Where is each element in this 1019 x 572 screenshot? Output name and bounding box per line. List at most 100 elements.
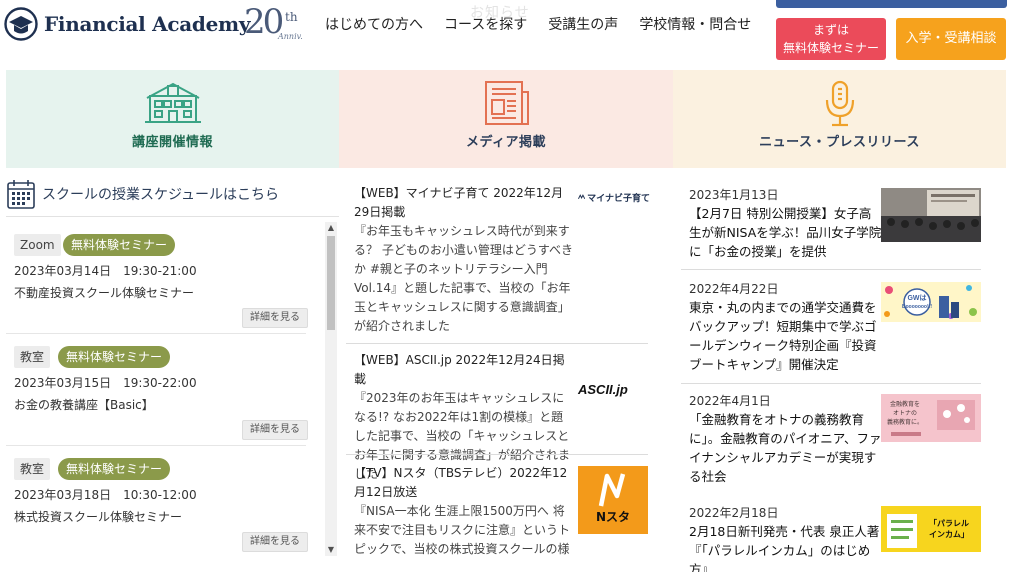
event-date: 2023年03月18日 10:30-12:00 [14, 488, 197, 502]
event-date: 2023年03月15日 19:30-22:00 [14, 376, 197, 390]
enrollment-consult-button[interactable]: 入学・受講相談 [896, 18, 1006, 60]
tile-news-label: ニュース・プレスリリース [759, 135, 920, 150]
svg-text:義務教育に。: 義務教育に。 [887, 418, 923, 426]
scroll-down-arrow-icon[interactable]: ▼ [325, 544, 337, 556]
nsta-logo: Nスタ [578, 466, 648, 534]
divider [346, 454, 648, 455]
graduation-cap-logo-icon [4, 7, 38, 41]
svg-text:「パラレル: 「パラレル [929, 518, 969, 528]
newspaper-icon [485, 81, 529, 125]
event-badge: 無料体験セミナー [58, 458, 171, 480]
scroll-up-arrow-icon[interactable]: ▲ [325, 222, 337, 234]
tile-course-info[interactable]: 講座開催情報 [6, 70, 339, 168]
tile-course-info-label: 講座開催情報 [131, 135, 213, 150]
tile-media[interactable]: メディア掲載 [339, 70, 673, 168]
nav-item-student-voices[interactable]: 受講生の声 [548, 14, 618, 34]
calendar-icon [7, 180, 35, 209]
media-body: 『NISA一本化 生涯上限1500万円へ 将来不安で注目もリスクに注意』というト… [354, 504, 571, 556]
nav-item-find-course[interactable]: コースを探す [444, 14, 527, 34]
news-date: 2022年2月18日 [689, 506, 779, 520]
nsta-lightning-icon [598, 473, 626, 507]
news-date: 2022年4月22日 [689, 282, 779, 296]
media-title: 【WEB】マイナビ子育て 2022年12月29日掲載 [354, 186, 564, 219]
news-thumbnail-classroom [881, 188, 981, 242]
news-item[interactable]: 2023年1月13日 【2月7日 特別公開授業】女子高生が新NISAを学ぶ！品川… [681, 186, 981, 270]
free-seminar-line1: まずは [812, 23, 849, 37]
news-text: 「金融教育をオトナの義務教育に」。金融教育のパイオニア、ファイナンシャルアカデミ… [689, 412, 882, 484]
media-column: 【WEB】マイナビ子育て 2022年12月29日掲載 『お年玉もキャッシュレス時… [346, 174, 656, 572]
event-list: Zoom 無料体験セミナー 2023年03月14日 19:30-21:00 不動… [6, 222, 322, 568]
svg-text:GWは: GWは [907, 294, 926, 302]
mynavi-logo-text: マイナビ子育て [587, 193, 650, 204]
event-type-tag: 教室 [14, 346, 51, 368]
schedule-scrollbar[interactable]: ▲ ▼ [325, 222, 337, 556]
media-title: 【WEB】ASCII.jp 2022年12月24日掲載 [354, 353, 565, 386]
media-item[interactable]: 【TV】Nスタ（TBSテレビ）2022年12月12日放送 『NISA一本化 生涯… [346, 464, 648, 572]
anniversary-mark: 20 th Anniv. [244, 2, 314, 44]
svg-text:Booooooo!!!: Booooooo!!! [902, 304, 932, 310]
event-detail-button[interactable]: 詳細を見る [242, 308, 308, 328]
divider [346, 343, 648, 344]
event-item: 教室 無料体験セミナー 2023年03月18日 10:30-12:00 株式投資… [6, 446, 322, 558]
news-item[interactable]: 2022年4月22日 東京・丸の内までの通学交通費をバックアップ！短期集中で学ぶ… [681, 280, 981, 384]
mynavi-mark-icon [578, 194, 586, 200]
ascii-logo-text: ASCII.jp [578, 382, 628, 397]
site-logo[interactable]: Financial Academy [4, 4, 250, 44]
event-type-tag: 教室 [14, 458, 51, 480]
event-badge: 無料体験セミナー [63, 234, 176, 256]
main-nav: はじめての方へ コースを探す 受講生の声 学校情報・問合せ [325, 14, 772, 34]
news-date: 2022年4月1日 [689, 394, 771, 408]
event-title[interactable]: 株式投資スクール体験セミナー [14, 508, 182, 525]
schedule-link[interactable]: スクールの授業スケジュールはこちら [6, 176, 279, 212]
logo-text: Financial Academy [44, 12, 251, 36]
nsta-logo-text: Nスタ [595, 510, 631, 524]
news-thumbnail-book: 「パラレル インカム」 [881, 506, 981, 552]
news-thumbnail-bootcamp: GWは Booooooo!!! [881, 282, 981, 322]
divider [681, 383, 981, 384]
svg-text:金融教育を: 金融教育を [890, 400, 920, 408]
svg-text:インカム」: インカム」 [929, 530, 969, 539]
ascii-logo: ASCII.jp [578, 379, 638, 397]
media-item[interactable]: 【WEB】ASCII.jp 2022年12月24日掲載 『2023年のお年玉はキ… [346, 351, 648, 481]
event-title[interactable]: お金の教養講座【Basic】 [14, 396, 154, 413]
event-detail-button[interactable]: 詳細を見る [242, 420, 308, 440]
divider [6, 216, 339, 217]
nav-item-school-info[interactable]: 学校情報・問合せ [639, 14, 751, 34]
school-building-icon [144, 82, 201, 123]
event-type-tag: Zoom [14, 234, 61, 256]
media-text: 【WEB】マイナビ子育て 2022年12月29日掲載 『お年玉もキャッシュレス時… [354, 184, 574, 336]
media-title: 【TV】Nスタ（TBSテレビ）2022年12月12日放送 [354, 466, 568, 499]
svg-text:オトナの: オトナの [893, 410, 917, 417]
news-item[interactable]: 2022年4月1日 「金融教育をオトナの義務教育に」。金融教育のパイオニア、ファ… [681, 392, 981, 496]
event-date: 2023年03月14日 19:30-21:00 [14, 264, 197, 278]
anniversary-number: 20 [244, 2, 284, 42]
divider [681, 269, 981, 270]
anniversary-sub: Anniv. [278, 32, 303, 41]
mynavi-logo: マイナビ子育て [578, 188, 650, 206]
event-badge: 無料体験セミナー [58, 346, 171, 368]
microphone-icon [825, 80, 854, 127]
event-item: 教室 無料体験セミナー 2023年03月15日 19:30-22:00 お金の教… [6, 334, 322, 446]
event-detail-button[interactable]: 詳細を見る [242, 532, 308, 552]
news-column: 2023年1月13日 【2月7日 特別公開授業】女子高生が新NISAを学ぶ！品川… [681, 174, 989, 572]
news-date: 2023年1月13日 [689, 188, 779, 202]
schedule-link-text: スクールの授業スケジュールはこちら [42, 187, 280, 203]
free-seminar-line2: 無料体験セミナー [782, 41, 879, 55]
free-seminar-button[interactable]: まずは 無料体験セミナー [776, 18, 886, 60]
news-text: 2月18日新刊発売・代表 泉正人著『「パラレルインカム」のはじめ方』 [689, 524, 880, 572]
schedule-column: スクールの授業スケジュールはこちら Zoom 無料体験セミナー 2023年03月… [6, 174, 339, 572]
scroll-thumb[interactable] [327, 236, 335, 330]
media-text: 【TV】Nスタ（TBSテレビ）2022年12月12日放送 『NISA一本化 生涯… [354, 464, 574, 559]
tile-media-label: メディア掲載 [465, 135, 547, 150]
news-item[interactable]: 2022年2月18日 2月18日新刊発売・代表 泉正人著『「パラレルインカム」の… [681, 504, 981, 572]
event-item: Zoom 無料体験セミナー 2023年03月14日 19:30-21:00 不動… [6, 222, 322, 334]
anniversary-suffix: th [285, 10, 298, 24]
news-text: 【2月7日 特別公開授業】女子高生が新NISAを学ぶ！品川女子学院に「お金の授業… [689, 206, 882, 259]
tile-news[interactable]: ニュース・プレスリリース [673, 70, 1006, 168]
nav-item-beginners[interactable]: はじめての方へ [325, 14, 423, 34]
top-strip-bar[interactable] [776, 0, 1007, 8]
event-title[interactable]: 不動産投資スクール体験セミナー [14, 284, 194, 301]
media-item[interactable]: 【WEB】マイナビ子育て 2022年12月29日掲載 『お年玉もキャッシュレス時… [346, 184, 650, 344]
news-thumbnail-education: 金融教育を オトナの 義務教育に。 [881, 394, 981, 442]
news-text: 東京・丸の内までの通学交通費をバックアップ！短期集中で学ぶゴールデンウィーク特別… [689, 300, 877, 372]
